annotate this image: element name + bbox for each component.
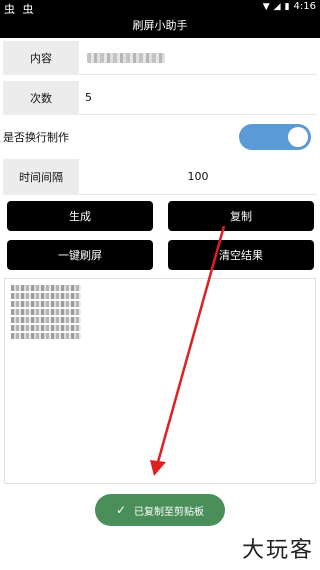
toggle-knob: [288, 127, 308, 147]
count-input[interactable]: 5: [79, 81, 317, 115]
result-text-blurred: [11, 285, 81, 341]
newline-toggle[interactable]: [239, 124, 311, 150]
content-row: 内容: [3, 41, 317, 75]
interval-input[interactable]: 100: [79, 159, 317, 195]
clock: 4:16: [293, 1, 316, 12]
content-input[interactable]: [79, 41, 317, 75]
interval-row: 时间间隔 100: [3, 159, 317, 195]
status-right: ▼ ◢ ▮ 4:16: [263, 1, 316, 12]
content-value-blurred: [87, 52, 165, 63]
result-textarea[interactable]: [4, 278, 316, 484]
battery-icon: ▮: [284, 1, 290, 12]
wifi-icon: ◢: [273, 1, 281, 12]
content-label: 内容: [3, 41, 79, 75]
status-bar: 虫 虫 ▼ ◢ ▮ 4:16: [0, 0, 320, 16]
signal-icon: ▼: [262, 1, 270, 12]
generate-button[interactable]: 生成: [7, 201, 153, 231]
watermark-logo: 大玩客: [241, 538, 314, 563]
copy-button[interactable]: 复制: [168, 201, 314, 231]
toast-message: 已复制至剪贴板: [134, 506, 205, 518]
count-label: 次数: [3, 81, 79, 115]
newline-row: 是否换行制作: [3, 118, 317, 156]
interval-label: 时间间隔: [3, 159, 79, 195]
check-icon: ✓: [115, 503, 127, 517]
toast: ✓ 已复制至剪贴板: [95, 494, 225, 526]
newline-label: 是否换行制作: [3, 131, 69, 144]
one-click-refresh-button[interactable]: 一键刷屏: [7, 240, 153, 270]
newline-toggle-cell: [73, 118, 317, 156]
clear-result-button[interactable]: 清空结果: [168, 240, 314, 270]
app-title: 刷屏小助手: [0, 14, 320, 38]
count-row: 次数 5: [3, 81, 317, 115]
